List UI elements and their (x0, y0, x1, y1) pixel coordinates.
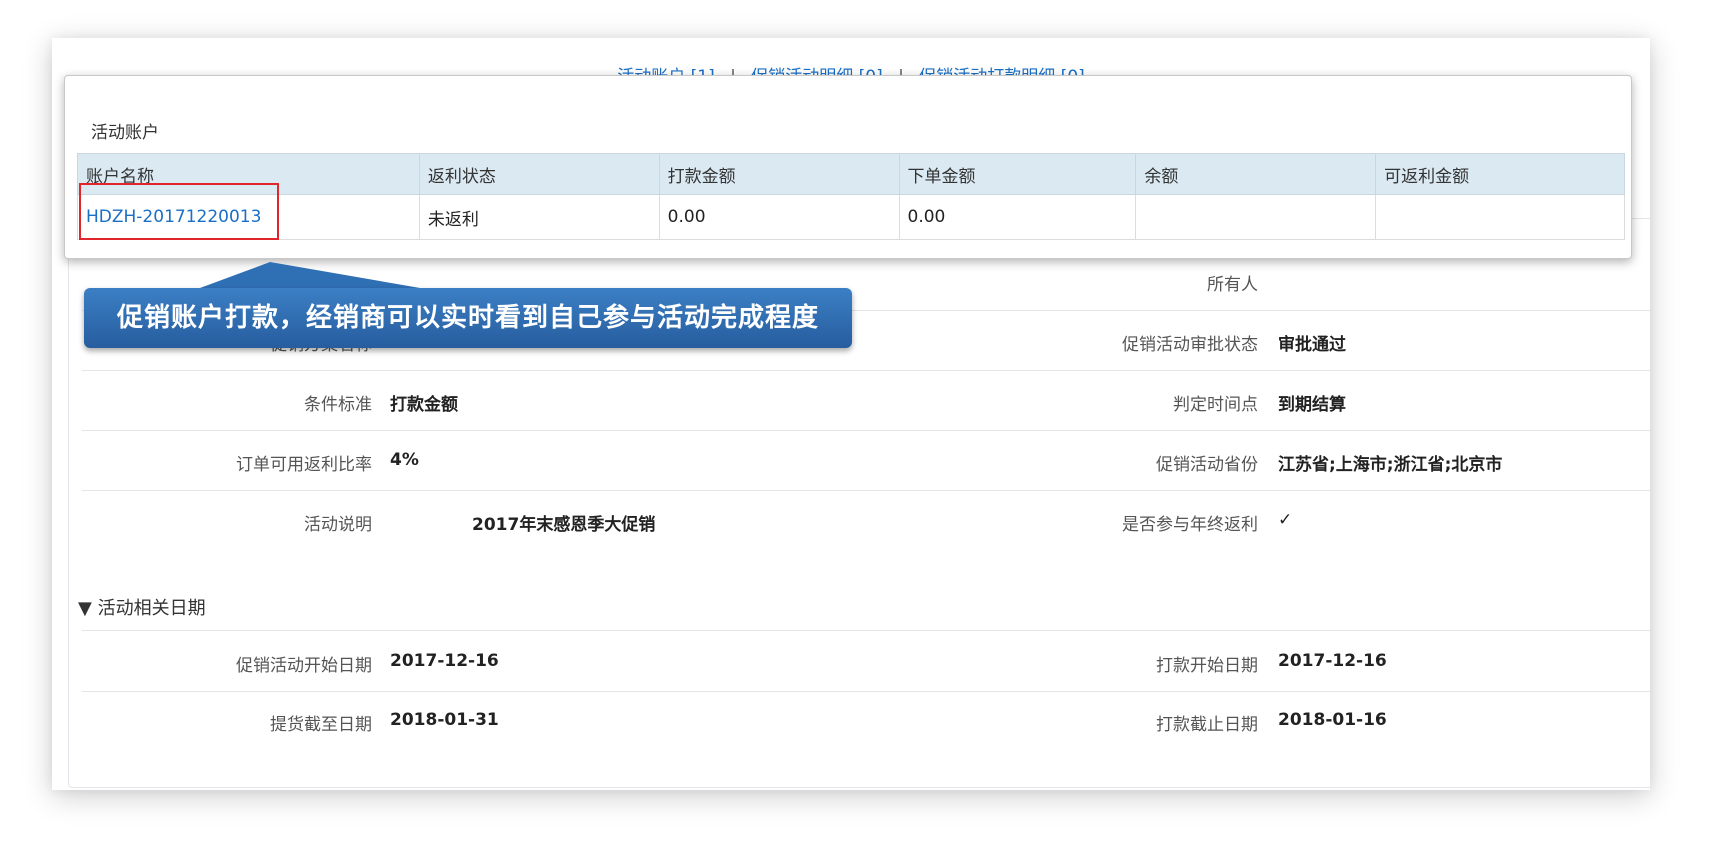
callout-pointer (200, 262, 420, 288)
detail-row: 订单可用返利比率 4% 促销活动省份 江苏省;上海市;浙江省;北京市 (82, 430, 1650, 491)
detail-row: 条件标准 打款金额 判定时间点 到期结算 (82, 370, 1650, 431)
pickup-end-value: 2018-01-31 (390, 710, 499, 730)
approval-status-label: 促销活动审批状态 (1122, 335, 1258, 355)
checkmark-icon: ✓ (1278, 510, 1293, 530)
condition-value: 打款金额 (390, 395, 458, 415)
description-value: 2017年末感恩季大促销 (472, 515, 656, 535)
detail-row: 提货截至日期 2018-01-31 打款截止日期 2018-01-16 (82, 690, 1650, 750)
payment-end-label: 打款截止日期 (1156, 715, 1258, 735)
detail-row: 活动说明 2017年末感恩季大促销 是否参与年终返利 ✓ (82, 490, 1650, 550)
cell-rebate-status: 未返利 (418, 194, 660, 240)
column-header-payment-amount[interactable]: 打款金额 (658, 153, 900, 195)
detail-row: 促销活动开始日期 2017-12-16 打款开始日期 2017-12-16 (82, 630, 1650, 692)
province-value: 江苏省;上海市;浙江省;北京市 (1278, 455, 1503, 475)
payment-start-value: 2017-12-16 (1278, 651, 1387, 671)
column-header-rebate-status[interactable]: 返利状态 (418, 153, 660, 195)
column-header-rebatable-amount[interactable]: 可返利金额 (1375, 153, 1625, 195)
cell-rebatable-amount (1375, 194, 1625, 240)
description-label: 活动说明 (304, 515, 372, 535)
province-label: 促销活动省份 (1156, 455, 1258, 475)
highlight-annotation-box (79, 183, 279, 240)
table-row: HDZH-20171220013 未返利 0.00 0.00 (77, 194, 1625, 240)
order-ratio-label: 订单可用返利比率 (236, 455, 372, 475)
payment-start-label: 打款开始日期 (1156, 656, 1258, 676)
start-date-value: 2017-12-16 (390, 651, 499, 671)
approval-status-value: 审批通过 (1278, 335, 1346, 355)
judge-time-label: 判定时间点 (1173, 395, 1258, 415)
condition-label: 条件标准 (304, 395, 372, 415)
start-date-label: 促销活动开始日期 (236, 656, 372, 676)
owner-label: 所有人 (1207, 275, 1258, 295)
cell-order-amount: 0.00 (898, 194, 1137, 240)
judge-time-value: 到期结算 (1278, 395, 1346, 415)
cell-balance (1135, 194, 1377, 240)
activity-account-table: 账户名称 返利状态 打款金额 下单金额 余额 可返利金额 HDZH-201712… (77, 153, 1625, 240)
cell-payment-amount: 0.00 (658, 194, 900, 240)
year-end-rebate-label: 是否参与年终返利 (1122, 515, 1258, 535)
callout-annotation: 促销账户打款，经销商可以实时看到自己参与活动完成程度 (84, 288, 852, 348)
column-header-order-amount[interactable]: 下单金额 (898, 153, 1137, 195)
dates-section-toggle[interactable]: ▼ 活动相关日期 (78, 594, 206, 620)
pickup-end-label: 提货截至日期 (270, 715, 372, 735)
column-header-balance[interactable]: 余额 (1135, 153, 1377, 195)
popup-title: 活动账户 (91, 123, 159, 143)
activity-account-popup: 活动账户 账户名称 返利状态 打款金额 下单金额 余额 可返利金额 HDZH-2… (64, 75, 1632, 259)
payment-end-value: 2018-01-16 (1278, 710, 1387, 730)
order-ratio-value: 4% (390, 450, 419, 470)
screenshot-stage: 活动账户 [1] | 促销活动明细 [0] | 促销活动打款明细 [0] 促销方… (0, 0, 1716, 852)
table-header-row: 账户名称 返利状态 打款金额 下单金额 余额 可返利金额 (77, 153, 1625, 195)
